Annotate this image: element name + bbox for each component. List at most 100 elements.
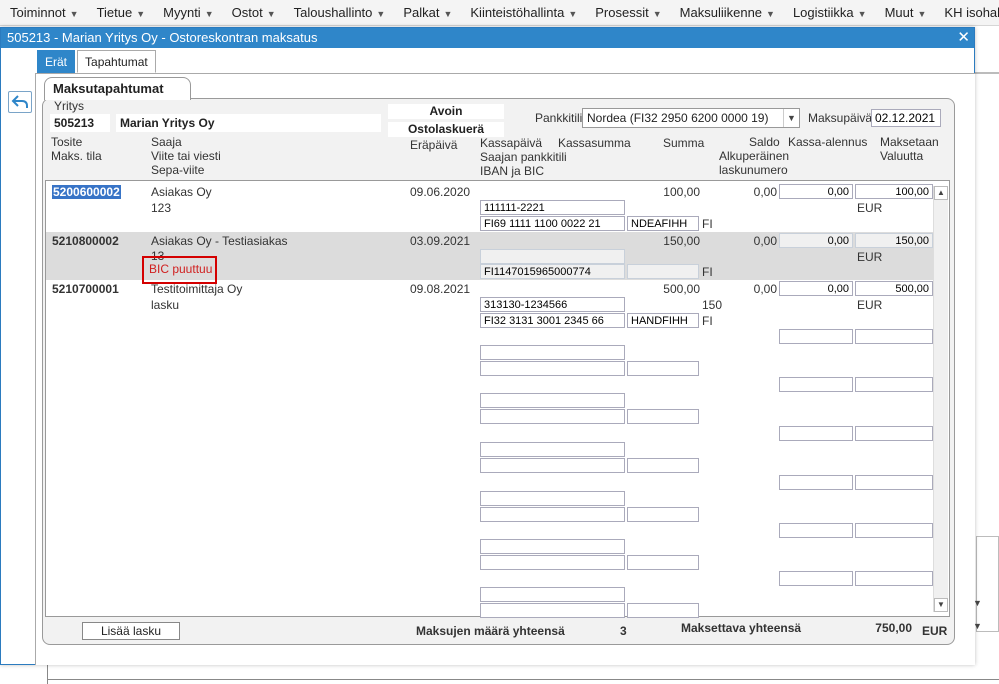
row3-country: FI bbox=[702, 314, 713, 328]
menu-tietue[interactable]: Tietue ▼ bbox=[97, 5, 146, 20]
grid-scrollbar[interactable]: ▲ ▼ bbox=[933, 186, 948, 612]
empty-row-pankkitili-input[interactable] bbox=[480, 491, 625, 506]
empty-row-maksetaan-input[interactable] bbox=[855, 571, 933, 586]
empty-row-iban-input[interactable] bbox=[480, 361, 625, 376]
menu-toiminnot[interactable]: Toiminnot ▼ bbox=[10, 5, 79, 20]
menu-kh-isohaku[interactable]: KH isohaku bbox=[944, 5, 999, 20]
empty-row-kassa-alennus-input[interactable] bbox=[779, 329, 853, 344]
menu-maksuliikenne[interactable]: Maksuliikenne ▼ bbox=[680, 5, 775, 20]
menu-label: Kiinteistöhallinta bbox=[470, 5, 565, 20]
row2-iban-input[interactable] bbox=[480, 264, 625, 279]
empty-row-pankkitili-input[interactable] bbox=[480, 442, 625, 457]
empty-row-pankkitili-input[interactable] bbox=[480, 539, 625, 554]
empty-row-iban-input[interactable] bbox=[480, 603, 625, 618]
empty-row-kassa-alennus-input[interactable] bbox=[779, 377, 853, 392]
scroll-down-icon[interactable]: ▼ bbox=[973, 598, 982, 608]
empty-row-iban-input[interactable] bbox=[480, 458, 625, 473]
empty-row-bic-input[interactable] bbox=[627, 361, 699, 376]
row1-bic-input[interactable] bbox=[627, 216, 699, 231]
menu-prosessit[interactable]: Prosessit ▼ bbox=[595, 5, 661, 20]
menu-taloushallinto[interactable]: Taloushallinto ▼ bbox=[294, 5, 386, 20]
pankkitili-label: Pankkitili bbox=[535, 111, 583, 125]
menu-label: Taloushallinto bbox=[293, 5, 373, 20]
pankkitili-select[interactable]: Nordea (FI32 2950 6200 0000 19) ▼ bbox=[582, 108, 800, 128]
empty-row-pankkitili-input[interactable] bbox=[480, 393, 625, 408]
empty-row-kassa-alennus-input[interactable] bbox=[779, 426, 853, 441]
row3-iban-input[interactable] bbox=[480, 313, 625, 328]
empty-row-maksetaan-input[interactable] bbox=[855, 523, 933, 538]
row3-valuutta: EUR bbox=[857, 298, 883, 312]
chevron-down-icon: ▼ bbox=[766, 9, 775, 19]
payment-count-value: 3 bbox=[620, 624, 627, 638]
empty-row-iban-input[interactable] bbox=[480, 507, 625, 522]
row3-tosite[interactable]: 5210700001 bbox=[52, 282, 119, 296]
empty-row-bic-input[interactable] bbox=[627, 555, 699, 570]
empty-row-kassa-alennus-input[interactable] bbox=[779, 475, 853, 490]
empty-row-kassa-alennus-input[interactable] bbox=[779, 523, 853, 538]
menu-kiinteistohallinta[interactable]: Kiinteistöhallinta ▼ bbox=[470, 5, 577, 20]
menu-palkat[interactable]: Palkat ▼ bbox=[403, 5, 452, 20]
back-arrow-icon[interactable] bbox=[8, 91, 32, 113]
row2-bic-input[interactable] bbox=[627, 264, 699, 279]
empty-row-bic-input[interactable] bbox=[627, 603, 699, 618]
empty-row-maksetaan-input[interactable] bbox=[855, 329, 933, 344]
empty-row-maksetaan-input[interactable] bbox=[855, 475, 933, 490]
header-saldo: Saldo bbox=[749, 135, 780, 149]
row1-tosite[interactable]: 5200600002 bbox=[52, 185, 121, 199]
total-label: Maksettava yhteensä bbox=[681, 621, 802, 635]
menu-myynti[interactable]: Myynti ▼ bbox=[163, 5, 213, 20]
maksupaiva-input[interactable] bbox=[871, 109, 941, 127]
header-sepa-viite: Sepa-viite bbox=[151, 163, 205, 177]
empty-row-pankkitili-input[interactable] bbox=[480, 345, 625, 360]
row3-saldo: 0,00 bbox=[753, 282, 777, 296]
scroll-down-icon[interactable]: ▼ bbox=[973, 621, 982, 631]
row2-pankkitili-input[interactable] bbox=[480, 249, 625, 264]
row3-kassa-alennus-input[interactable] bbox=[779, 281, 853, 296]
empty-row-maksetaan-input[interactable] bbox=[855, 377, 933, 392]
chevron-down-icon: ▼ bbox=[568, 9, 578, 19]
row3-pankkitili-input[interactable] bbox=[480, 297, 625, 312]
chevron-down-icon: ▼ bbox=[652, 9, 662, 19]
row3-maksetaan-input[interactable] bbox=[855, 281, 933, 296]
row1-summa: 100,00 bbox=[663, 185, 700, 199]
empty-row-iban-input[interactable] bbox=[480, 555, 625, 570]
empty-row-maksetaan-input[interactable] bbox=[855, 426, 933, 441]
row1-pankkitili-input[interactable] bbox=[480, 200, 625, 215]
yritys-code: 505213 bbox=[50, 114, 110, 132]
row1-erapaiva: 09.06.2020 bbox=[410, 185, 471, 199]
header-maks-tila: Maks. tila bbox=[51, 149, 102, 163]
empty-row-kassa-alennus-input[interactable] bbox=[779, 571, 853, 586]
menu-ostot[interactable]: Ostot ▼ bbox=[232, 5, 276, 20]
row2-maksetaan-input[interactable] bbox=[855, 233, 933, 248]
maksupaiva-label: Maksupäivä bbox=[808, 111, 873, 125]
scroll-down-icon[interactable]: ▼ bbox=[934, 598, 948, 612]
empty-row-bic-input[interactable] bbox=[627, 507, 699, 522]
row3-bic-input[interactable] bbox=[627, 313, 699, 328]
dialog-tabs: Erät Tapahtumat bbox=[37, 50, 158, 74]
empty-row-bic-input[interactable] bbox=[627, 409, 699, 424]
chevron-down-icon: ▼ bbox=[443, 9, 453, 19]
empty-row-pankkitili-input[interactable] bbox=[480, 587, 625, 602]
menu-logistiikka[interactable]: Logistiikka ▼ bbox=[793, 5, 867, 20]
row2-kassa-alennus-input[interactable] bbox=[779, 233, 853, 248]
tab-erat[interactable]: Erät bbox=[37, 50, 76, 73]
header-kassapaiva: Kassapäivä bbox=[480, 136, 543, 150]
row1-kassa-alennus-input[interactable] bbox=[779, 184, 853, 199]
row1-saaja: Asiakas Oy bbox=[151, 185, 212, 199]
tab-tapahtumat[interactable]: Tapahtumat bbox=[77, 50, 156, 73]
header-saajan-pankkitili: Saajan pankkitili bbox=[480, 150, 567, 164]
row1-iban-input[interactable] bbox=[480, 216, 625, 231]
payment-count-label: Maksujen määrä yhteensä bbox=[416, 624, 565, 638]
empty-row-bic-input[interactable] bbox=[627, 458, 699, 473]
row2-tosite[interactable]: 5210800002 bbox=[52, 234, 119, 248]
dialog-title: 505213 - Marian Yritys Oy - Ostoreskontr… bbox=[7, 30, 318, 45]
scroll-up-icon[interactable]: ▲ bbox=[934, 186, 948, 200]
add-invoice-button[interactable]: Lisää lasku bbox=[82, 622, 180, 640]
close-icon[interactable]: ✕ bbox=[957, 28, 970, 48]
row1-maksetaan-input[interactable] bbox=[855, 184, 933, 199]
row1-tosite-text: 5200600002 bbox=[52, 185, 121, 199]
empty-row-iban-input[interactable] bbox=[480, 409, 625, 424]
chevron-down-icon: ▼ bbox=[266, 9, 276, 19]
menu-muut[interactable]: Muut ▼ bbox=[885, 5, 927, 20]
menu-label: Palkat bbox=[403, 5, 440, 20]
